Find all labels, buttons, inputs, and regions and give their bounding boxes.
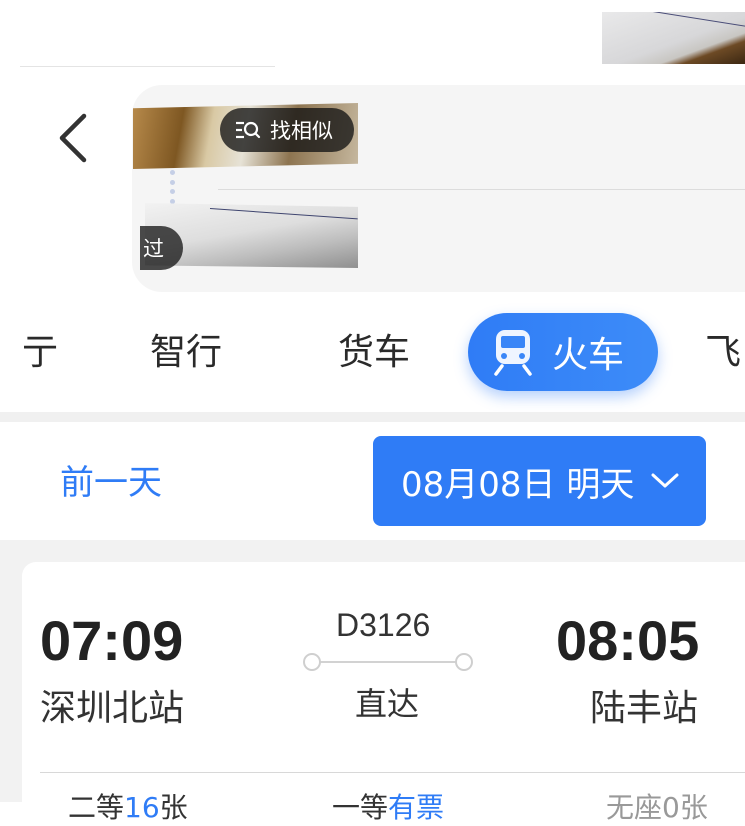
divider [20,66,275,67]
seat-class-label: 二等 [68,791,125,824]
tab-train-label: 火车 [552,335,625,376]
tab-partial-right[interactable]: 飞 [705,328,741,378]
tab-freight[interactable]: 货车 [338,328,410,378]
seat-unit: 张 [159,791,188,824]
section-separator [0,412,745,422]
seat-count: 16 [124,791,160,824]
date-picker[interactable]: 08月08日 明天 [373,436,706,526]
arrival-time: 08:05 [556,609,700,672]
seat-no-seat: 无座0张 [606,791,708,824]
tab-train[interactable]: 火车 [468,313,658,391]
chevron-left-icon [59,113,87,163]
seat-first-class: 一等有票 [332,790,444,826]
train-number: D3126 [336,607,431,643]
pass-chip: 过 [140,226,183,270]
train-icon [494,330,532,376]
search-list-icon [236,121,261,139]
route-type: 直达 [355,685,420,723]
route-line [303,653,473,671]
tab-partial-left[interactable]: 亍 [22,328,58,378]
divider [40,772,745,773]
thumbnail-image [602,12,745,64]
departure-station: 深圳北站 [40,688,185,729]
seat-second-class: 二等16张 [68,790,188,826]
prev-day-button[interactable]: 前一天 [60,458,162,508]
tab-zhixing[interactable]: 智行 [150,328,222,378]
arrival-station: 陆丰站 [590,688,699,729]
selected-date: 08月08日 明天 [401,464,635,505]
find-similar-label: 找相似 [270,119,333,143]
pass-label: 过 [143,237,164,261]
seat-status: 有票 [388,791,445,824]
departure-time: 07:09 [40,609,184,672]
route-dots [168,170,176,204]
find-similar-button[interactable]: 找相似 [220,108,354,152]
seat-class-label: 一等 [332,791,389,824]
divider [218,189,745,190]
category-tabs: 亍 智行 货车 火车 飞 [0,310,745,402]
back-button[interactable] [48,110,98,166]
chevron-down-icon [651,473,679,488]
